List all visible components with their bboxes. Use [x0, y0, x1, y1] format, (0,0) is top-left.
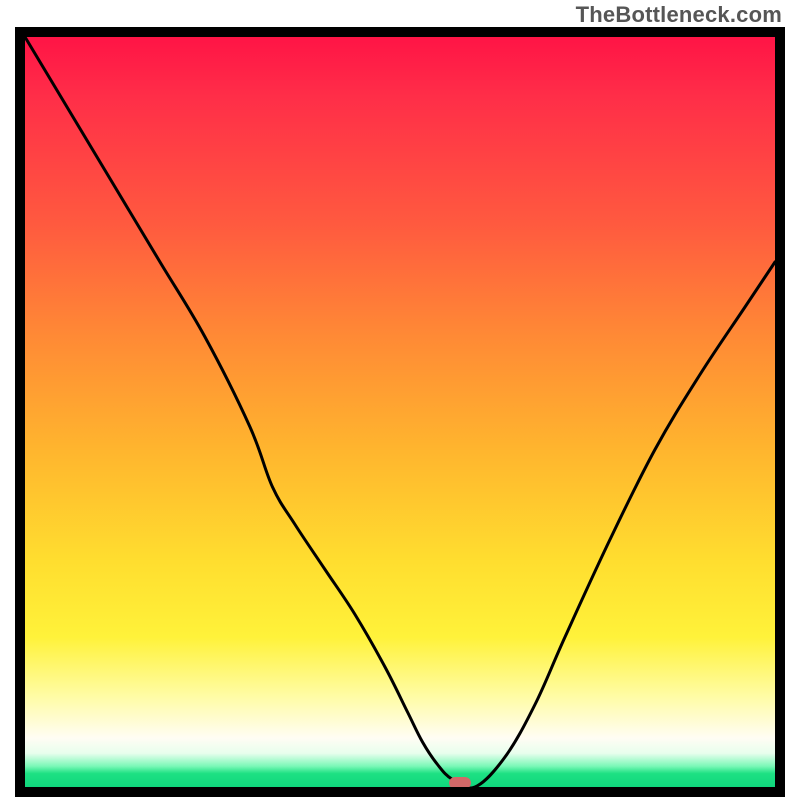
bottleneck-curve — [25, 37, 775, 787]
watermark-text: TheBottleneck.com — [576, 2, 782, 28]
plot-frame — [15, 27, 785, 797]
plot-area — [25, 37, 775, 787]
chart-container: TheBottleneck.com — [0, 0, 800, 800]
optimal-point-marker — [449, 777, 471, 787]
